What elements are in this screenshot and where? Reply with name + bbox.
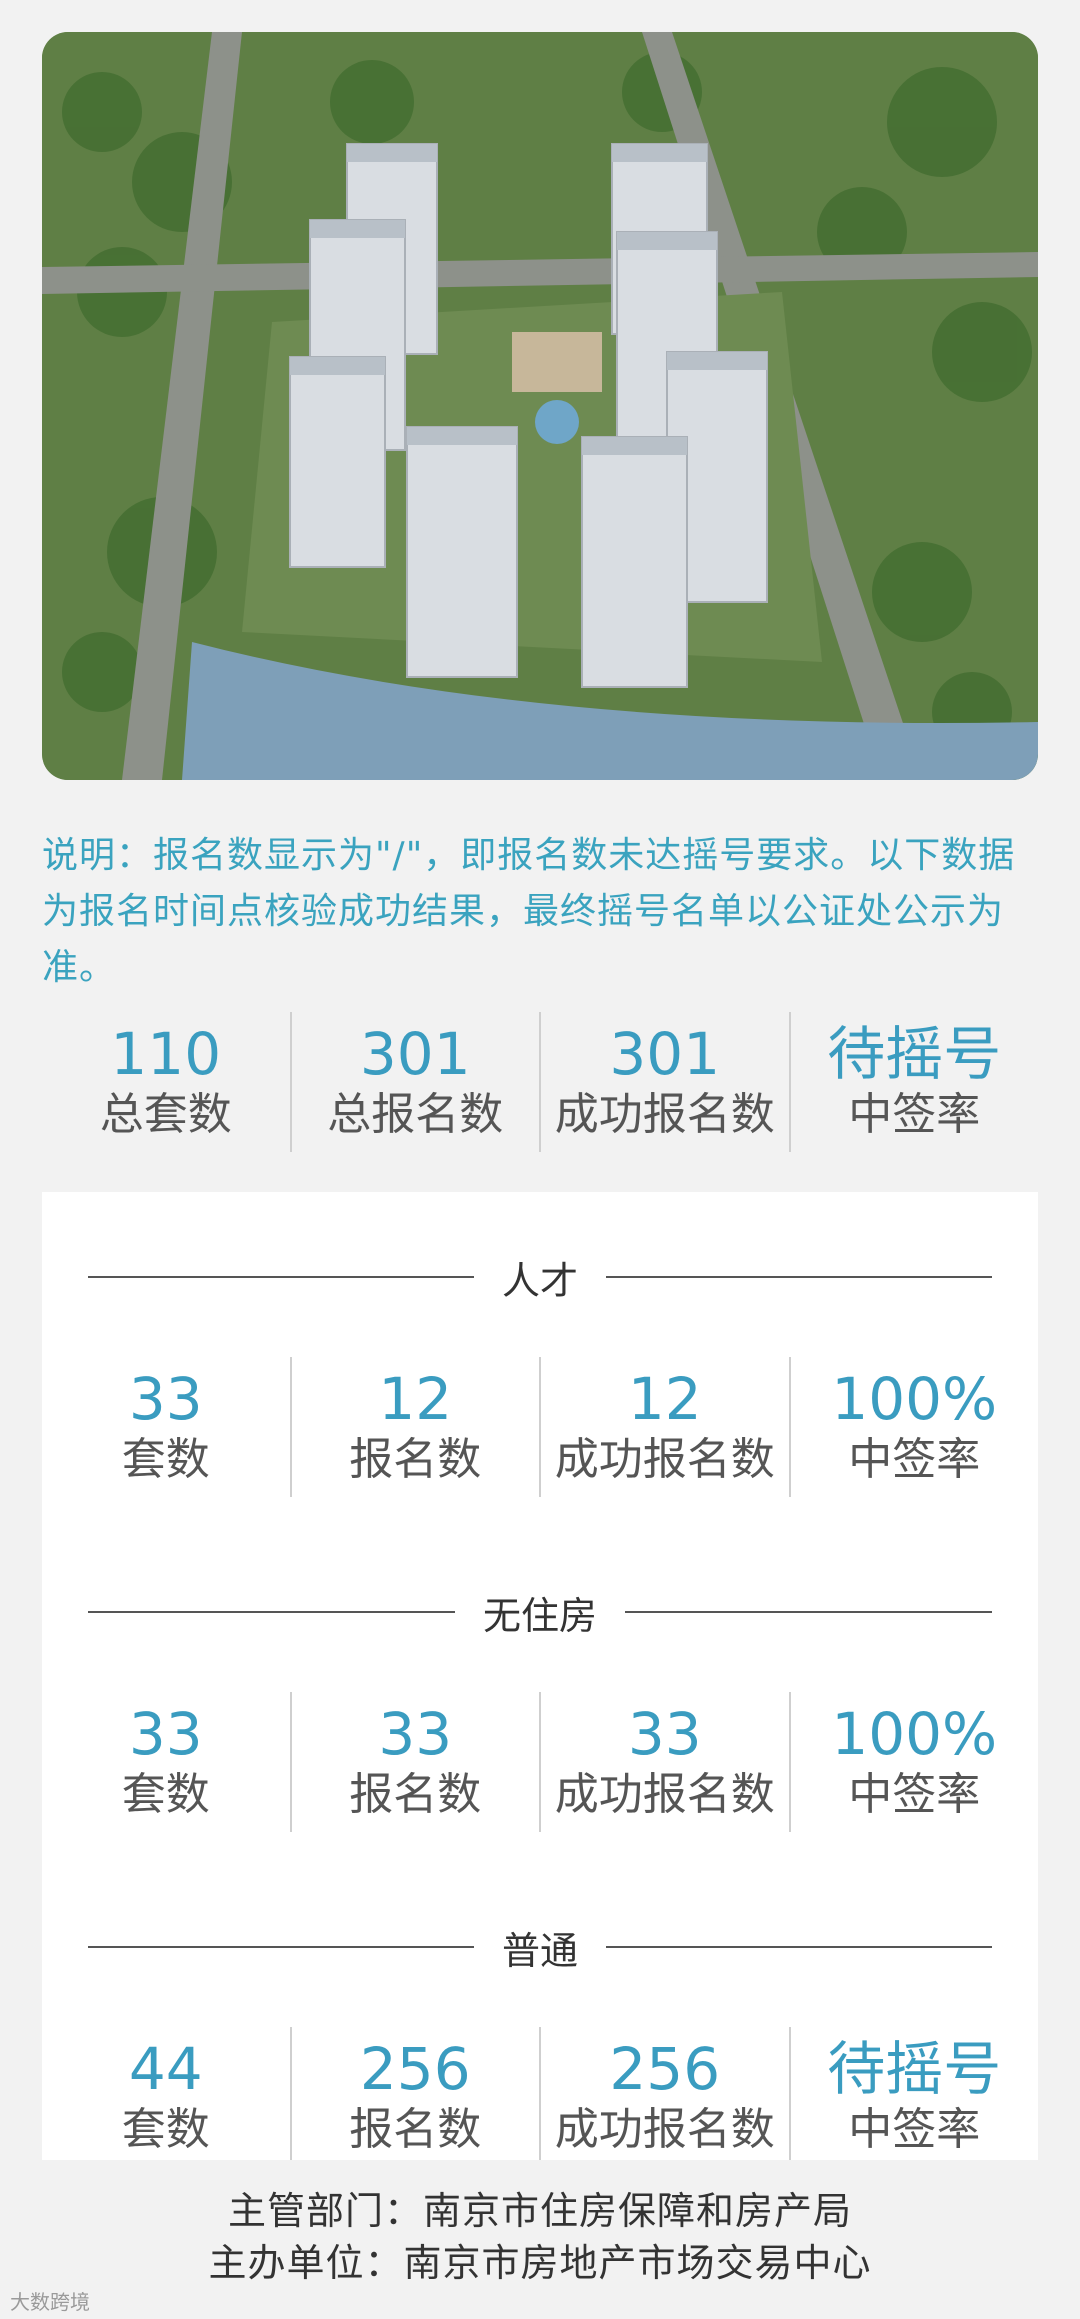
stat-value: 待摇号 [827, 2035, 1002, 2103]
organizer-footer: 主管部门：南京市住房保障和房产局 主办单位：南京市房地产市场交易中心 [0, 2185, 1080, 2289]
stat-successful-applicants: 12 成功报名数 [541, 1357, 791, 1497]
stat-units: 33 套数 [42, 1692, 292, 1832]
summary-stats: 110 总套数 301 总报名数 301 成功报名数 待摇号 中签率 [42, 1012, 1038, 1152]
section-header-talent: 人才 [88, 1252, 993, 1303]
section-stats-talent: 33 套数 12 报名数 12 成功报名数 100% 中签率 [42, 1357, 1038, 1497]
stat-value: 待摇号 [827, 1020, 1002, 1088]
stat-label: 报名数 [349, 2104, 482, 2155]
category-panel: 人才 33 套数 12 报名数 12 成功报名数 100% 中签率 无住房 33… [42, 1192, 1038, 2160]
stat-value: 301 [609, 1020, 721, 1088]
stat-value: 12 [378, 1365, 453, 1433]
divider [606, 1946, 993, 1948]
stat-units: 44 套数 [42, 2027, 292, 2160]
organizing-unit: 主办单位：南京市房地产市场交易中心 [208, 2241, 872, 2285]
stat-label: 总套数 [99, 1089, 232, 1140]
stat-value: 301 [359, 1020, 471, 1088]
stat-successful-applicants: 301 成功报名数 [541, 1012, 791, 1152]
stat-label: 中签率 [848, 1769, 981, 1820]
divider [625, 1611, 993, 1613]
disclaimer-note: 说明：报名数显示为"/"，即报名数未达摇号要求。以下数据为报名时间点核验成功结果… [42, 835, 1016, 988]
stat-successful-applicants: 33 成功报名数 [541, 1692, 791, 1832]
stat-value: 256 [359, 2035, 471, 2103]
stat-units: 33 套数 [42, 1357, 292, 1497]
stat-applicants: 33 报名数 [292, 1692, 541, 1832]
project-rendering-image [42, 32, 1038, 780]
stat-label: 套数 [121, 2104, 210, 2155]
stat-label: 成功报名数 [554, 1434, 775, 1485]
stat-value: 100% [831, 1700, 998, 1768]
divider [88, 1276, 474, 1278]
stat-win-rate: 待摇号 中签率 [791, 2027, 1039, 2160]
section-stats-no-housing: 33 套数 33 报名数 33 成功报名数 100% 中签率 [42, 1692, 1038, 1832]
stat-label: 总报名数 [327, 1089, 504, 1140]
stat-total-applicants: 301 总报名数 [292, 1012, 541, 1152]
stat-value: 33 [128, 1365, 203, 1433]
stat-applicants: 256 报名数 [292, 2027, 541, 2160]
stat-label: 报名数 [349, 1434, 482, 1485]
stat-label: 中签率 [848, 1089, 981, 1140]
stat-value: 33 [627, 1700, 702, 1768]
section-title: 普通 [502, 1928, 579, 1973]
watermark: 大数跨境 [10, 2290, 90, 2314]
stat-label: 报名数 [349, 1769, 482, 1820]
divider [606, 1276, 993, 1278]
stat-total-units: 110 总套数 [42, 1012, 292, 1152]
stat-value: 44 [128, 2035, 203, 2103]
stat-value: 110 [110, 1020, 222, 1088]
stat-label: 成功报名数 [554, 1089, 775, 1140]
stat-value: 100% [831, 1365, 998, 1433]
section-header-no-housing: 无住房 [88, 1587, 993, 1638]
divider [88, 1611, 455, 1613]
supervising-department: 主管部门：南京市住房保障和房产局 [227, 2189, 852, 2233]
stat-label: 套数 [121, 1769, 210, 1820]
divider [88, 1946, 474, 1948]
stat-label: 中签率 [848, 1434, 981, 1485]
stat-value: 33 [128, 1700, 203, 1768]
stat-label: 中签率 [848, 2104, 981, 2155]
stat-value: 12 [627, 1365, 702, 1433]
stat-successful-applicants: 256 成功报名数 [541, 2027, 791, 2160]
section-title: 人才 [502, 1258, 579, 1303]
stat-win-rate: 100% 中签率 [791, 1357, 1039, 1497]
stat-label: 成功报名数 [554, 2104, 775, 2155]
stat-win-rate: 100% 中签率 [791, 1692, 1039, 1832]
section-header-general: 普通 [88, 1922, 993, 1973]
stat-value: 33 [378, 1700, 453, 1768]
stat-label: 套数 [121, 1434, 210, 1485]
stat-value: 256 [609, 2035, 721, 2103]
stat-applicants: 12 报名数 [292, 1357, 541, 1497]
section-stats-general: 44 套数 256 报名数 256 成功报名数 待摇号 中签率 [42, 2027, 1038, 2160]
stat-label: 成功报名数 [554, 1769, 775, 1820]
stat-win-rate: 待摇号 中签率 [791, 1012, 1039, 1152]
section-title: 无住房 [483, 1593, 598, 1638]
